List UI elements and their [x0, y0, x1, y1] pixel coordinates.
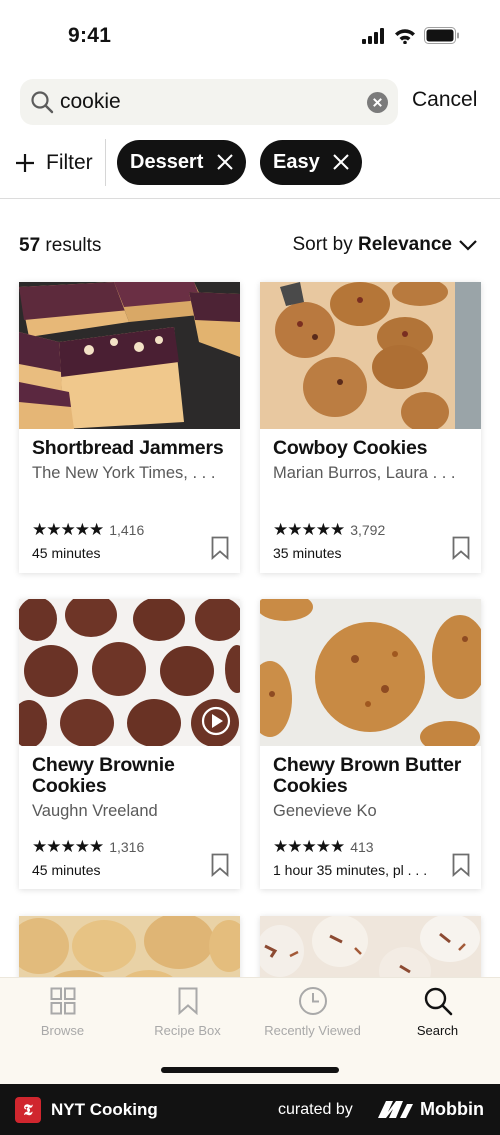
recipe-rating: ★★★★★ 1,316	[32, 837, 144, 857]
recipe-time: 45 minutes	[32, 545, 101, 561]
status-bar: 9:41	[0, 0, 500, 72]
footer-app-name: NYT Cooking	[51, 1100, 158, 1119]
recipe-author: The New York Times, . . .	[32, 464, 216, 482]
tab-label: Recently Viewed	[264, 1023, 361, 1038]
bookmark-icon	[178, 987, 197, 1015]
bookmark-icon[interactable]	[211, 853, 229, 877]
recipe-time: 45 minutes	[32, 862, 101, 878]
footer-curated-by: curated by	[278, 1101, 353, 1118]
sort-value: Relevance	[357, 234, 452, 255]
recipe-card[interactable]: Chewy Brown Butter Cookies Genevieve Ko …	[260, 599, 481, 889]
wifi-icon	[395, 28, 415, 44]
close-icon[interactable]	[332, 153, 350, 171]
bookmark-icon[interactable]	[452, 853, 470, 877]
filter-label: Filter	[46, 151, 93, 174]
recipe-title[interactable]: Cowboy Cookies	[273, 438, 473, 459]
star-rating-icon: ★★★★★	[32, 837, 104, 857]
signal-icon	[362, 27, 384, 44]
recipe-time: 35 minutes	[273, 545, 342, 561]
recipe-rating: ★★★★★ 1,416	[32, 520, 144, 540]
filter-button[interactable]: Filter	[14, 146, 93, 180]
tab-label: Search	[416, 1023, 459, 1038]
filter-chip-dessert[interactable]: Dessert	[117, 140, 246, 185]
recipe-title[interactable]: Chewy Brown Butter Cookies	[273, 755, 473, 797]
results-number: 57	[19, 235, 41, 256]
search-icon	[31, 91, 54, 114]
close-icon[interactable]	[216, 153, 234, 171]
recipe-title[interactable]: Chewy Brownie Cookies	[32, 755, 232, 797]
grid-icon	[50, 987, 75, 1015]
recipe-image[interactable]	[260, 599, 481, 746]
recipe-author: Marian Burros, Laura . . .	[273, 464, 456, 482]
recipe-card[interactable]: Cowboy Cookies Marian Burros, Laura . . …	[260, 282, 481, 573]
footer-brand: Mobbin	[420, 1099, 484, 1119]
rating-count: 3,792	[350, 522, 386, 538]
chip-label: Easy	[273, 151, 320, 173]
rating-count: 1,316	[109, 839, 145, 855]
recipe-image[interactable]	[260, 282, 481, 429]
recipe-image[interactable]	[19, 599, 240, 746]
results-count: 57 results	[19, 235, 101, 257]
star-rating-icon: ★★★★★	[273, 837, 345, 857]
recipe-rating: ★★★★★ 3,792	[273, 520, 385, 540]
filter-divider	[105, 139, 106, 186]
rating-count: 1,416	[109, 522, 145, 538]
tab-recently-viewed[interactable]: Recently Viewed	[250, 978, 375, 1048]
chevron-down-icon	[459, 240, 477, 251]
star-rating-icon: ★★★★★	[32, 520, 104, 540]
search-box[interactable]	[20, 79, 398, 125]
recipe-author: Genevieve Ko	[273, 802, 377, 820]
chip-label: Dessert	[130, 151, 204, 173]
clock-icon	[298, 987, 327, 1015]
sort-dropdown[interactable]: Sort by Relevance	[293, 234, 479, 256]
recipe-rating: ★★★★★ 413	[273, 837, 374, 857]
search-input[interactable]	[60, 87, 360, 117]
search-icon	[424, 987, 452, 1016]
tab-browse[interactable]: Browse	[0, 978, 125, 1048]
cancel-button[interactable]: Cancel	[412, 88, 477, 112]
recipe-image[interactable]	[19, 282, 240, 429]
recipe-title[interactable]: Shortbread Jammers	[32, 438, 232, 459]
rating-count: 413	[350, 839, 374, 855]
status-time: 9:41	[68, 24, 112, 47]
clear-search-icon[interactable]	[367, 92, 388, 113]
footer-banner: 𝕿 NYT Cooking curated by Mobbin	[0, 1084, 500, 1135]
tab-recipe-box[interactable]: Recipe Box	[125, 978, 250, 1048]
recipe-card[interactable]: Chewy Brownie Cookies Vaughn Vreeland ★★…	[19, 599, 240, 889]
header-divider	[0, 198, 500, 199]
status-icons	[362, 27, 460, 44]
plus-icon	[16, 154, 34, 172]
home-indicator	[161, 1067, 339, 1073]
tab-search[interactable]: Search	[375, 978, 500, 1048]
filter-chip-easy[interactable]: Easy	[260, 140, 362, 185]
results-suffix: results	[40, 235, 102, 256]
recipe-author: Vaughn Vreeland	[32, 802, 158, 820]
bookmark-icon[interactable]	[211, 536, 229, 560]
recipe-time: 1 hour 35 minutes, pl . . .	[273, 862, 428, 878]
mobbin-logo-icon	[378, 1101, 413, 1118]
tab-label: Recipe Box	[154, 1023, 221, 1038]
nyt-cooking-logo: 𝕿	[15, 1097, 41, 1123]
recipe-card[interactable]: Shortbread Jammers The New York Times, .…	[19, 282, 240, 573]
battery-icon	[424, 27, 459, 44]
sort-prefix: Sort by	[292, 234, 358, 255]
bookmark-icon[interactable]	[452, 536, 470, 560]
star-rating-icon: ★★★★★	[273, 520, 345, 540]
tab-label: Browse	[40, 1023, 85, 1038]
